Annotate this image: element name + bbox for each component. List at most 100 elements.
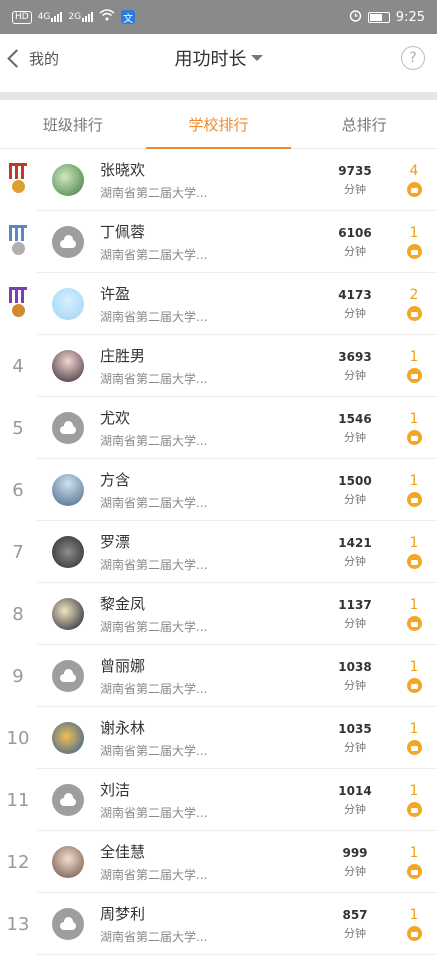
study-minutes: 857 分钟 — [325, 908, 385, 941]
like-button[interactable]: 1 — [399, 783, 429, 817]
rank-medal — [0, 163, 36, 197]
like-count: 1 — [409, 225, 419, 241]
like-count: 1 — [409, 783, 419, 799]
rank-medal — [0, 287, 36, 321]
help-button[interactable]: ? — [401, 46, 425, 70]
thumbs-up-icon — [406, 430, 422, 445]
ranking-row[interactable]: 9 曾丽娜 湖南省第二届大学... 1038 分钟 1 — [0, 645, 437, 707]
like-button[interactable]: 1 — [399, 349, 429, 383]
tab-class-ranking[interactable]: 班级排行 — [0, 100, 146, 148]
like-button[interactable]: 1 — [399, 845, 429, 879]
avatar[interactable] — [52, 412, 84, 444]
rank-medal — [0, 225, 36, 259]
school-name: 湖南省第二届大学... — [100, 310, 208, 324]
like-count: 1 — [409, 349, 419, 365]
tab-school-ranking[interactable]: 学校排行 — [145, 100, 292, 149]
user-info: 丁佩蓉 湖南省第二届大学... — [100, 221, 325, 263]
ranking-row[interactable]: 许盈 湖南省第二届大学... 4173 分钟 2 — [0, 273, 437, 335]
school-name: 湖南省第二届大学... — [100, 744, 208, 758]
rank-number: 5 — [12, 417, 24, 439]
avatar[interactable] — [52, 536, 84, 568]
ranking-row[interactable]: 12 全佳慧 湖南省第二届大学... 999 分钟 1 — [0, 831, 437, 893]
like-count: 1 — [409, 473, 419, 489]
thumbs-up-icon — [406, 554, 422, 569]
like-button[interactable]: 4 — [399, 163, 429, 197]
avatar[interactable] — [52, 660, 84, 692]
default-avatar-cloud-icon — [60, 793, 76, 806]
like-button[interactable]: 1 — [399, 225, 429, 259]
avatar[interactable] — [52, 288, 84, 320]
minutes-value: 1546 — [338, 411, 372, 426]
signal-label-2: 2G — [68, 12, 82, 22]
ranking-row[interactable]: 张晓欢 湖南省第二届大学... 9735 分钟 4 — [0, 149, 437, 211]
tab-total-ranking[interactable]: 总排行 — [291, 100, 437, 148]
school-name: 湖南省第二届大学... — [100, 682, 208, 696]
user-info: 许盈 湖南省第二届大学... — [100, 283, 325, 325]
ranking-row[interactable]: 丁佩蓉 湖南省第二届大学... 6106 分钟 1 — [0, 211, 437, 273]
user-name: 庄胜男 — [100, 347, 146, 365]
like-button[interactable]: 1 — [399, 659, 429, 693]
school-name: 湖南省第二届大学... — [100, 930, 208, 944]
back-button[interactable]: 我的 — [7, 48, 59, 69]
study-minutes: 1035 分钟 — [325, 722, 385, 755]
user-info: 方含 湖南省第二届大学... — [100, 469, 325, 511]
user-info: 黎金凤 湖南省第二届大学... — [100, 593, 325, 635]
minutes-unit: 分钟 — [344, 430, 366, 444]
school-name: 湖南省第二届大学... — [100, 806, 208, 820]
like-count: 4 — [409, 163, 419, 179]
study-minutes: 1014 分钟 — [325, 784, 385, 817]
avatar[interactable] — [52, 164, 84, 196]
battery-icon — [367, 11, 390, 23]
title-dropdown[interactable]: 用功时长 — [175, 45, 263, 71]
medal-gold-icon — [8, 163, 28, 197]
user-name: 曾丽娜 — [100, 657, 146, 675]
user-info: 罗漂 湖南省第二届大学... — [100, 531, 325, 573]
like-button[interactable]: 1 — [399, 907, 429, 941]
minutes-value: 1014 — [338, 783, 372, 798]
app-notification-icon: 文 — [121, 10, 136, 25]
chevron-left-icon — [7, 48, 26, 68]
avatar[interactable] — [52, 598, 84, 630]
ranking-row[interactable]: 13 周梦利 湖南省第二届大学... 857 分钟 1 — [0, 893, 437, 955]
avatar[interactable] — [52, 226, 84, 258]
study-minutes: 4173 分钟 — [325, 288, 385, 321]
ranking-row[interactable]: 4 庄胜男 湖南省第二届大学... 3693 分钟 1 — [0, 335, 437, 397]
like-button[interactable]: 2 — [399, 287, 429, 321]
divider-band — [0, 92, 437, 100]
rank-number: 11 — [6, 789, 30, 811]
minutes-unit: 分钟 — [344, 368, 366, 382]
status-time: 9:25 — [395, 9, 425, 25]
avatar[interactable] — [52, 908, 84, 940]
minutes-value: 999 — [342, 845, 368, 860]
tab-bar: 班级排行 学校排行 总排行 — [0, 100, 437, 149]
thumbs-up-icon — [406, 244, 422, 259]
like-button[interactable]: 1 — [399, 473, 429, 507]
minutes-unit: 分钟 — [344, 492, 366, 506]
default-avatar-cloud-icon — [60, 235, 76, 248]
wifi-icon — [99, 9, 115, 25]
spacer — [0, 82, 437, 92]
ranking-row[interactable]: 7 罗漂 湖南省第二届大学... 1421 分钟 1 — [0, 521, 437, 583]
avatar[interactable] — [52, 474, 84, 506]
avatar[interactable] — [52, 350, 84, 382]
medal-bronze-icon — [8, 287, 28, 321]
like-button[interactable]: 1 — [399, 535, 429, 569]
ranking-row[interactable]: 6 方含 湖南省第二届大学... 1500 分钟 1 — [0, 459, 437, 521]
ranking-row[interactable]: 5 尤欢 湖南省第二届大学... 1546 分钟 1 — [0, 397, 437, 459]
user-info: 周梦利 湖南省第二届大学... — [100, 903, 325, 945]
like-button[interactable]: 1 — [399, 597, 429, 631]
school-name: 湖南省第二届大学... — [100, 434, 208, 448]
avatar[interactable] — [52, 846, 84, 878]
ranking-row[interactable]: 11 刘洁 湖南省第二届大学... 1014 分钟 1 — [0, 769, 437, 831]
rank-number: 10 — [6, 727, 30, 749]
like-button[interactable]: 1 — [399, 411, 429, 445]
like-button[interactable]: 1 — [399, 721, 429, 755]
ranking-row[interactable]: 8 黎金凤 湖南省第二届大学... 1137 分钟 1 — [0, 583, 437, 645]
avatar[interactable] — [52, 722, 84, 754]
default-avatar-cloud-icon — [60, 669, 76, 682]
user-name: 罗漂 — [100, 533, 131, 551]
study-minutes: 1546 分钟 — [325, 412, 385, 445]
ranking-row[interactable]: 10 谢永林 湖南省第二届大学... 1035 分钟 1 — [0, 707, 437, 769]
avatar[interactable] — [52, 784, 84, 816]
signal-icon: 4G — [38, 12, 63, 22]
